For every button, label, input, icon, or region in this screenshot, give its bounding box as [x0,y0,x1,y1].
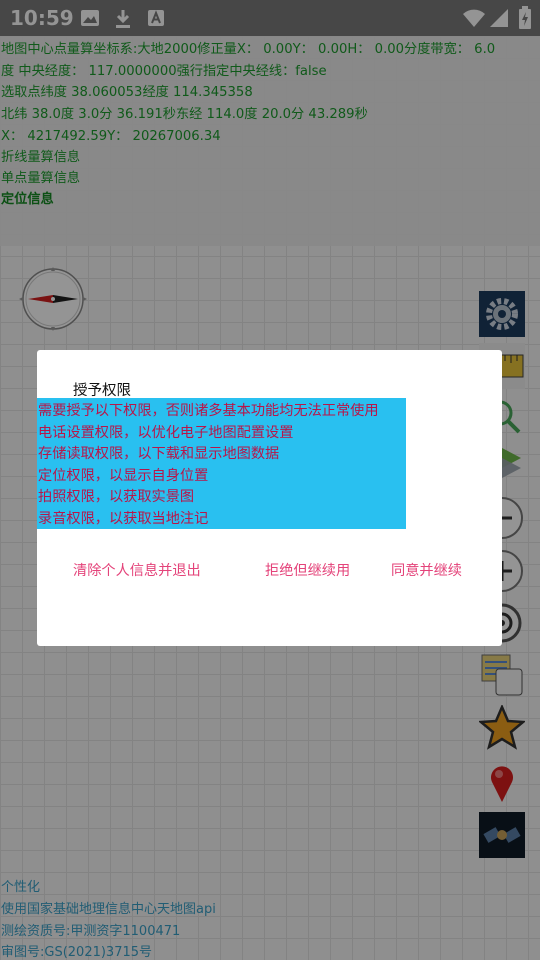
permission-dialog: 授予权限 需要授予以下权限，否则诸多基本功能均无法正常使用 电话设置权限，以优化… [37,350,502,646]
permission-audio: 录音权限，以获取当地注记 [38,511,209,527]
permission-camera: 拍照权限，以获取实景图 [38,489,195,505]
deny-and-continue-button[interactable]: 拒绝但继续用 [265,560,350,580]
permission-storage: 存储读取权限，以下载和显示地图数据 [38,446,280,462]
permission-list: 需要授予以下权限，否则诸多基本功能均无法正常使用 电话设置权限，以优化电子地图配… [37,398,406,529]
agree-and-continue-button[interactable]: 同意并继续 [391,560,462,580]
dialog-title: 授予权限 [73,383,131,399]
permission-location: 定位权限，以显示自身位置 [38,468,209,484]
permission-phone: 电话设置权限，以优化电子地图配置设置 [38,425,294,441]
permission-intro: 需要授予以下权限，否则诸多基本功能均无法正常使用 [38,403,379,419]
clear-and-exit-button[interactable]: 清除个人信息并退出 [73,560,201,580]
